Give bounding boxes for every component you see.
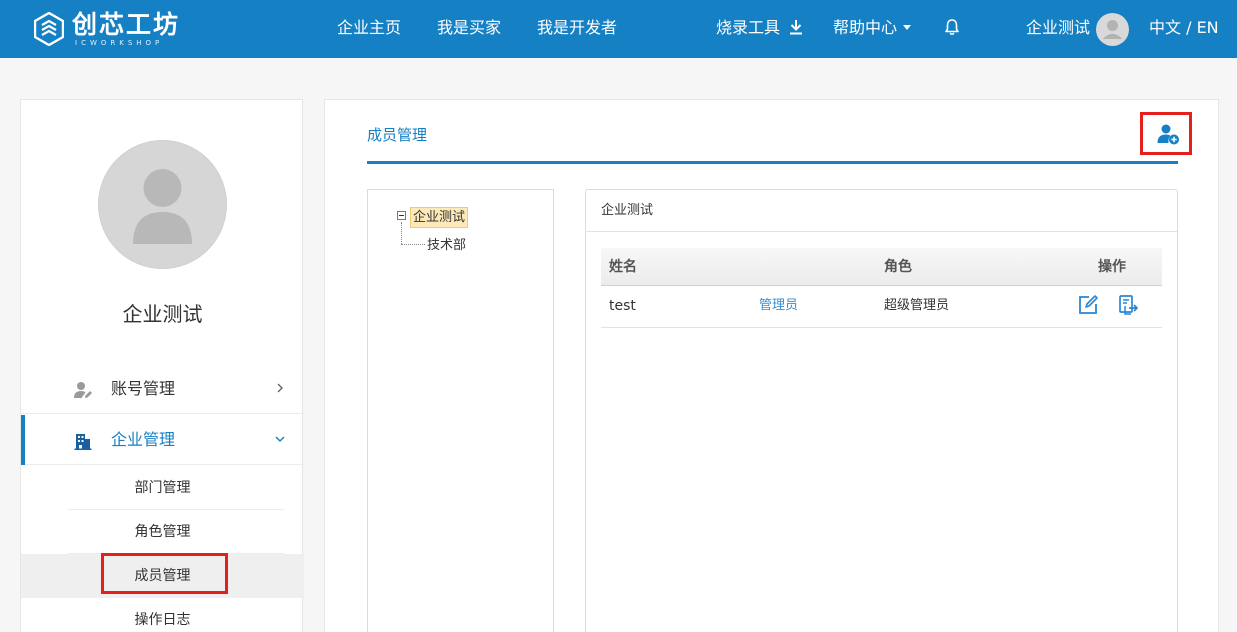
active-indicator [21, 415, 25, 465]
notification-bell[interactable] [944, 18, 960, 41]
edit-icon[interactable] [1077, 294, 1099, 316]
sidebar-item-label: 账号管理 [111, 379, 176, 398]
logo-subtitle: ICWORKSHOP [75, 38, 164, 47]
company-avatar[interactable] [98, 140, 227, 269]
table-panel-title: 企业测试 [601, 203, 654, 218]
nav-developer[interactable]: 我是开发者 [537, 18, 617, 38]
table-header: 姓名 角色 操作 [601, 248, 1162, 286]
language-switch[interactable]: 中文 / EN [1149, 18, 1219, 38]
caret-down-icon [903, 25, 912, 30]
sidebar-item-label: 企业管理 [111, 430, 176, 449]
logo-cube-icon [33, 11, 65, 47]
top-navbar: 创芯工坊 ICWORKSHOP 企业主页 我是买家 我是开发者 烧录工具 帮助中… [0, 0, 1237, 58]
sidebar-item-account-management[interactable]: 账号管理 [21, 364, 304, 414]
bell-icon [945, 19, 959, 35]
nav-help-center-label: 帮助中心 [833, 18, 898, 37]
table-panel-header: 企业测试 [586, 190, 1177, 232]
chevron-right-icon [277, 383, 283, 393]
tree-connector [401, 244, 425, 245]
avatar-person-icon [1102, 20, 1123, 39]
table-row: test 管理员 超级管理员 [601, 286, 1162, 328]
tree-node-root[interactable]: 企业测试 [410, 207, 469, 228]
company-name: 企业测试 [122, 302, 203, 326]
building-icon [74, 434, 92, 450]
highlight-box-member-menu [101, 553, 228, 594]
logo[interactable]: 创芯工坊 ICWORKSHOP [33, 9, 181, 49]
title-underline [367, 161, 1178, 164]
column-header-actions: 操作 [1098, 259, 1126, 275]
cell-role-link[interactable]: 管理员 [759, 296, 798, 316]
avatar-person-icon [133, 169, 192, 244]
column-header-name: 姓名 [609, 259, 637, 275]
user-edit-icon [74, 382, 92, 398]
nav-burn-tool-label: 烧录工具 [716, 18, 781, 37]
transfer-admin-icon[interactable] [1117, 294, 1139, 316]
main-panel: 成员管理 企业测试 技术部 企业测试 姓名 角色 操作 test 管理员 超级管… [324, 99, 1219, 632]
user-avatar[interactable] [1096, 13, 1129, 46]
nav-buyer[interactable]: 我是买家 [437, 18, 501, 38]
column-header-role: 角色 [884, 259, 912, 275]
logo-title: 创芯工坊 [72, 9, 181, 39]
page-title: 成员管理 [367, 126, 428, 144]
user-name[interactable]: 企业测试 [1026, 18, 1090, 38]
sidebar-item-enterprise-management[interactable]: 企业管理 [21, 415, 304, 465]
cell-role: 超级管理员 [884, 298, 950, 313]
download-icon [790, 20, 803, 35]
nav-burn-tool[interactable]: 烧录工具 [716, 18, 803, 38]
highlight-box-add-member [1140, 112, 1192, 155]
tree-connector [401, 222, 402, 244]
cell-name: test [609, 298, 636, 314]
department-tree: 企业测试 技术部 [367, 189, 554, 632]
nav-enterprise-home[interactable]: 企业主页 [337, 18, 401, 38]
tree-collapse-toggle[interactable] [397, 211, 406, 220]
member-table-panel: 企业测试 姓名 角色 操作 test 管理员 超级管理员 [585, 189, 1178, 632]
chevron-down-icon [275, 436, 285, 442]
submenu-item-role[interactable]: 角色管理 [21, 510, 304, 554]
nav-help-center[interactable]: 帮助中心 [833, 18, 912, 38]
submenu-item-department[interactable]: 部门管理 [21, 466, 304, 510]
tree-node-child[interactable]: 技术部 [427, 236, 466, 256]
submenu-item-operation-log[interactable]: 操作日志 [21, 598, 304, 632]
